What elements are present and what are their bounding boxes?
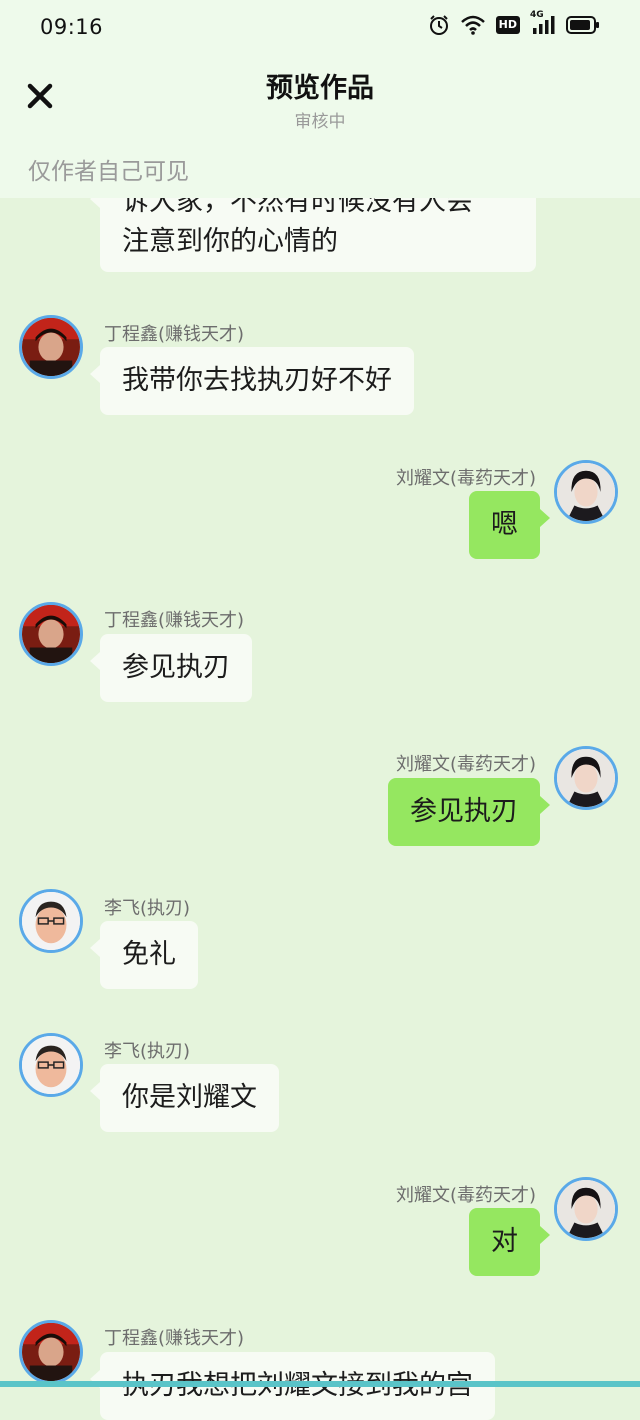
message-bubble[interactable]: 参见执刃 [388, 778, 550, 846]
message-bubble[interactable]: 我带你去找执刃好不好 [90, 347, 414, 415]
alarm-icon [428, 14, 450, 36]
chat-list[interactable]: 诉大家，不然有时候没有人会 注意到你的心情的 丁程鑫(赚钱天才) 我带你去找执刃… [0, 0, 640, 1420]
message-text-line: 注意到你的心情的 [122, 226, 338, 257]
bottom-edge [0, 1381, 640, 1387]
wifi-icon [460, 14, 486, 36]
sender-name: 李飞(执刃) [104, 1041, 191, 1062]
review-status: 审核中 [294, 112, 346, 132]
avatar-li-fei[interactable] [19, 889, 83, 953]
sender-name: 丁程鑫(赚钱天才) [104, 1328, 245, 1349]
sender-name: 刘耀文(毒药天才) [395, 1185, 536, 1206]
sender-name: 丁程鑫(赚钱天才) [104, 610, 245, 631]
avatar-ding-chengxin[interactable] [19, 602, 83, 666]
message-bubble[interactable]: 参见执刃 [90, 634, 252, 702]
hd-icon: HD [495, 16, 520, 34]
page-title: 预览作品 [266, 73, 374, 104]
sender-name: 丁程鑫(赚钱天才) [104, 324, 245, 345]
sender-name: 刘耀文(毒药天才) [395, 468, 536, 489]
avatar-liu-yaowen[interactable] [554, 1177, 618, 1241]
avatar-liu-yaowen[interactable] [554, 746, 618, 810]
battery-icon [566, 15, 600, 35]
top-header: 09:16 HD 4G 预览作品 审核中 仅作者自己可见 [0, 0, 640, 198]
hd-label: HD [495, 16, 520, 34]
privacy-note: 仅作者自己可见 [28, 159, 189, 185]
message-bubble[interactable]: 免礼 [90, 921, 198, 989]
message-bubble[interactable]: 对 [469, 1208, 550, 1276]
message-bubble[interactable]: 你是刘耀文 [90, 1064, 279, 1132]
status-time: 09:16 [40, 15, 104, 39]
avatar-liu-yaowen[interactable] [554, 460, 618, 524]
sender-name: 刘耀文(毒药天才) [395, 754, 536, 775]
avatar-ding-chengxin[interactable] [19, 315, 83, 379]
avatar-ding-chengxin[interactable] [19, 1320, 83, 1384]
status-icons: HD 4G [428, 10, 600, 36]
avatar-li-fei[interactable] [19, 1033, 83, 1097]
network-label: 4G [530, 10, 544, 20]
message-bubble[interactable]: 嗯 [469, 491, 550, 559]
signal-4g-icon: 4G [530, 10, 556, 36]
sender-name: 李飞(执刃) [104, 898, 191, 919]
